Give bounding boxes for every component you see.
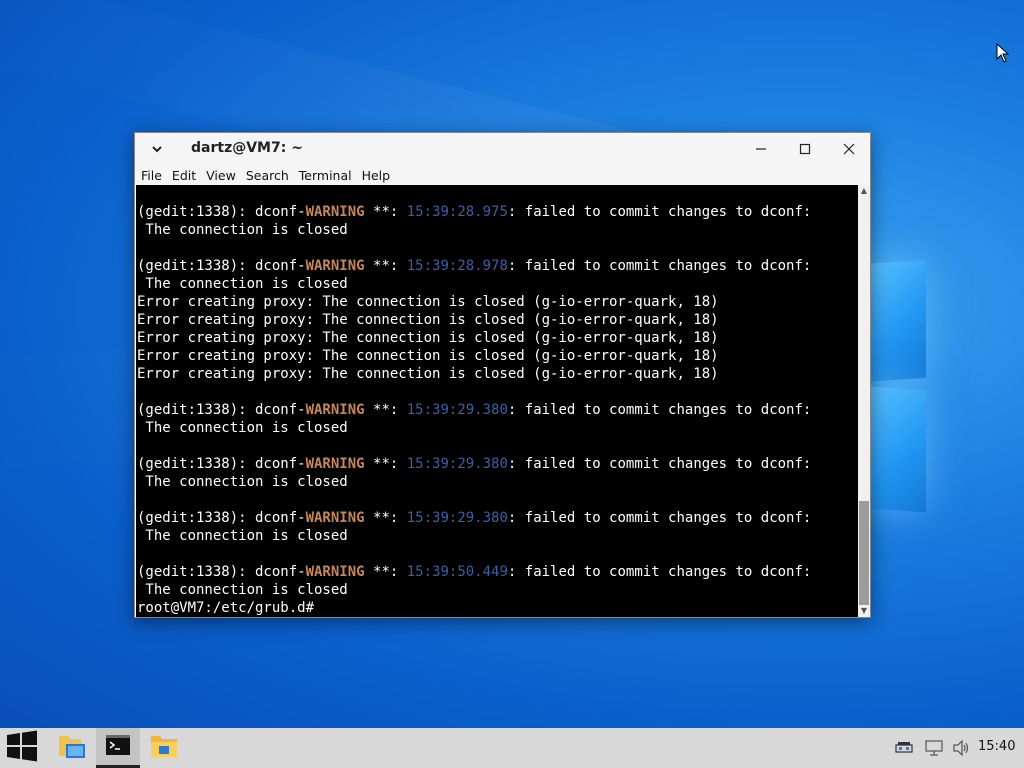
terminal-text-segment: : failed to commit changes to dconf: <box>507 510 812 526</box>
terminal-line: Error creating proxy: The connection is … <box>137 311 811 329</box>
windows-logo-icon <box>5 730 39 766</box>
terminal-text-segment: root@VM7:/etc/grub.d# <box>137 600 315 616</box>
terminal-text-segment: The connection is closed <box>137 582 348 598</box>
terminal-text-segment: (gedit:1338): dconf- <box>137 456 306 472</box>
menu-bar: File Edit View Search Terminal Help <box>135 165 870 185</box>
scroll-up-arrow-icon[interactable]: ▲ <box>858 185 870 197</box>
warning-label: WARNING <box>305 456 365 472</box>
window-title: dartz@VM7: ~ <box>191 140 303 156</box>
explorer-button[interactable] <box>142 728 186 768</box>
terminal-line: (gedit:1338): dconf-WARNING **: 15:39:28… <box>137 257 811 275</box>
menu-view[interactable]: View <box>202 168 240 183</box>
timestamp-text: 15:39:28.975 <box>406 204 508 220</box>
timestamp-text: 15:39:28.978 <box>406 258 508 274</box>
menu-search[interactable]: Search <box>242 168 293 183</box>
terminal-text-segment: The connection is closed <box>137 528 348 544</box>
terminal-button[interactable] <box>96 728 140 768</box>
terminal-line: The connection is closed <box>137 473 811 491</box>
terminal-window[interactable]: dartz@VM7: ~ File Edit View Search Termi… <box>134 132 871 618</box>
terminal-line: (gedit:1338): dconf-WARNING **: 15:39:50… <box>137 563 811 581</box>
terminal-text-segment: The connection is closed <box>137 474 348 490</box>
timestamp-text: 15:39:29.380 <box>406 402 508 418</box>
terminal-line: The connection is closed <box>137 419 811 437</box>
terminal-text-segment: **: <box>364 402 407 418</box>
terminal-line: The connection is closed <box>137 275 811 293</box>
terminal-line: (gedit:1338): dconf-WARNING **: 15:39:29… <box>137 455 811 473</box>
warning-label: WARNING <box>305 402 365 418</box>
terminal-line: (gedit:1338): dconf-WARNING **: 15:39:29… <box>137 509 811 527</box>
timestamp-text: 15:39:29.380 <box>406 456 508 472</box>
terminal-line: The connection is closed <box>137 221 811 239</box>
terminal-text-segment: (gedit:1338): dconf- <box>137 204 306 220</box>
menu-file[interactable]: File <box>137 168 166 183</box>
start-button[interactable] <box>0 728 44 768</box>
terminal-text-segment: Error creating proxy: The connection is … <box>137 330 719 346</box>
terminal-line: The connection is closed <box>137 581 811 599</box>
terminal-text-segment: : failed to commit changes to dconf: <box>507 456 812 472</box>
taskbar: 15:40 <box>0 728 1024 768</box>
terminal-text-segment: Error creating proxy: The connection is … <box>137 348 719 364</box>
file-manager-button[interactable] <box>50 728 94 768</box>
terminal-text-segment: **: <box>364 456 407 472</box>
warning-label: WARNING <box>305 510 365 526</box>
terminal-text-segment: The connection is closed <box>137 222 348 238</box>
menu-edit[interactable]: Edit <box>168 168 200 183</box>
close-button[interactable] <box>829 137 869 161</box>
terminal-output[interactable]: (gedit:1338): dconf-WARNING **: 15:39:28… <box>136 185 858 617</box>
terminal-line: The connection is closed <box>137 527 811 545</box>
terminal-text-segment: : failed to commit changes to dconf: <box>507 258 812 274</box>
terminal-text-segment: : failed to commit changes to dconf: <box>507 402 812 418</box>
terminal-line: root@VM7:/etc/grub.d# <box>137 599 811 617</box>
network-device-icon[interactable] <box>894 738 914 758</box>
minimize-button[interactable] <box>741 137 781 161</box>
mouse-cursor-icon <box>996 42 1010 67</box>
window-menu-chevron-icon[interactable] <box>149 139 165 159</box>
terminal-text-segment: **: <box>364 564 407 580</box>
terminal-text-segment: Error creating proxy: The connection is … <box>137 366 719 382</box>
folder-icon <box>57 732 87 764</box>
warning-label: WARNING <box>305 204 365 220</box>
maximize-button[interactable] <box>785 137 825 161</box>
terminal-text-segment: (gedit:1338): dconf- <box>137 510 306 526</box>
terminal-text-segment: (gedit:1338): dconf- <box>137 564 306 580</box>
terminal-line: Error creating proxy: The connection is … <box>137 293 811 311</box>
file-explorer-icon <box>149 733 179 763</box>
terminal-line: (gedit:1338): dconf-WARNING **: 15:39:28… <box>137 203 811 221</box>
terminal-text-segment: Error creating proxy: The connection is … <box>137 294 719 310</box>
taskbar-clock[interactable]: 15:40 <box>978 739 1015 754</box>
menu-help[interactable]: Help <box>358 168 395 183</box>
terminal-text-segment: (gedit:1338): dconf- <box>137 402 306 418</box>
window-titlebar[interactable]: dartz@VM7: ~ <box>135 133 870 165</box>
terminal-text-segment: (gedit:1338): dconf- <box>137 258 306 274</box>
terminal-text-segment: : failed to commit changes to dconf: <box>507 564 812 580</box>
timestamp-text: 15:39:29.380 <box>406 510 508 526</box>
wired-network-icon[interactable] <box>924 738 944 758</box>
terminal-line: (gedit:1338): dconf-WARNING **: 15:39:29… <box>137 401 811 419</box>
warning-label: WARNING <box>305 564 365 580</box>
timestamp-text: 15:39:50.449 <box>406 564 508 580</box>
terminal-text-segment: The connection is closed <box>137 420 348 436</box>
terminal-text-segment: **: <box>364 204 407 220</box>
volume-icon[interactable] <box>952 738 972 758</box>
scrollbar-thumb[interactable] <box>859 501 869 605</box>
terminal-text: (gedit:1338): dconf-WARNING **: 15:39:28… <box>137 203 811 617</box>
scroll-down-arrow-icon[interactable]: ▼ <box>858 605 870 617</box>
terminal-line: Error creating proxy: The connection is … <box>137 329 811 347</box>
terminal-text-segment: : failed to commit changes to dconf: <box>507 204 812 220</box>
terminal-text-segment: Error creating proxy: The connection is … <box>137 312 719 328</box>
warning-label: WARNING <box>305 258 365 274</box>
terminal-line: Error creating proxy: The connection is … <box>137 365 811 383</box>
menu-terminal[interactable]: Terminal <box>295 168 356 183</box>
terminal-text-segment: **: <box>364 258 407 274</box>
terminal-text-segment: The connection is closed <box>137 276 348 292</box>
terminal-icon <box>105 734 131 760</box>
terminal-text-segment: **: <box>364 510 407 526</box>
terminal-line: Error creating proxy: The connection is … <box>137 347 811 365</box>
terminal-scrollbar[interactable]: ▲ ▼ <box>858 185 870 617</box>
